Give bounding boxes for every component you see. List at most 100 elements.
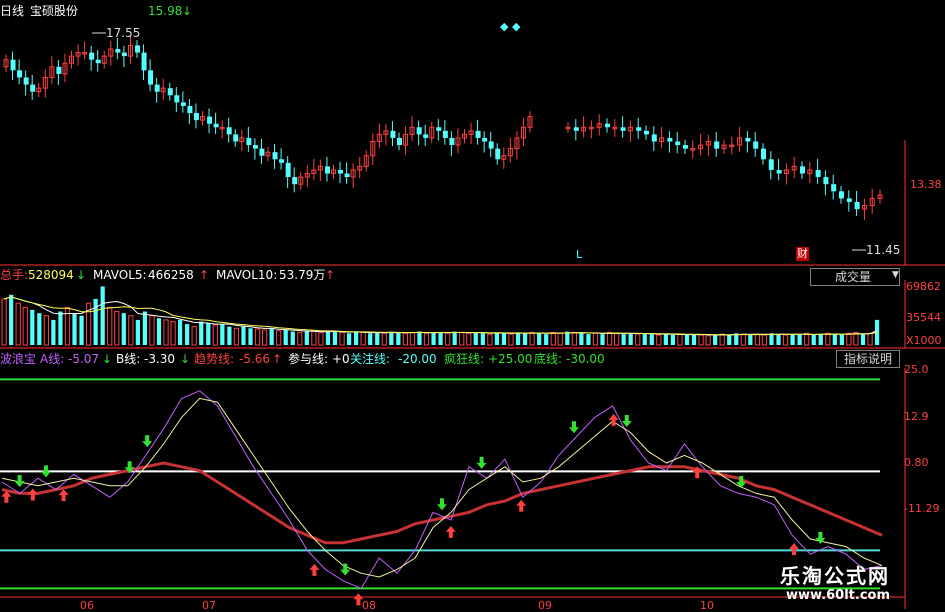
volume-bar-up bbox=[107, 306, 113, 346]
mavol10-line bbox=[3, 296, 878, 336]
candle-down bbox=[89, 52, 95, 60]
a-line-value: -5.07 bbox=[68, 352, 100, 366]
volume-bar-down bbox=[811, 334, 816, 345]
volume-bar-down bbox=[642, 333, 647, 345]
candle-down bbox=[141, 52, 147, 71]
volume-bar-up bbox=[740, 333, 746, 346]
candle-down bbox=[753, 141, 759, 149]
a-line-label: A线: bbox=[40, 352, 65, 366]
chevron-down-icon[interactable]: ▼ bbox=[892, 268, 899, 282]
finance-marker[interactable]: 财 bbox=[796, 247, 809, 261]
indicator-name: 波浪宝 bbox=[0, 352, 37, 366]
volume-bar-up bbox=[804, 332, 810, 346]
candle-down bbox=[226, 127, 232, 135]
buy-arrow-icon bbox=[445, 525, 456, 538]
total-volume-value: 528094 bbox=[28, 268, 74, 282]
volume-bar-up bbox=[1, 298, 7, 346]
volume-bar-down bbox=[51, 319, 56, 345]
candle-down bbox=[573, 127, 579, 131]
volume-bar-down bbox=[283, 329, 288, 345]
volume-bar-down bbox=[389, 331, 394, 345]
up-arrow-icon: ↑ bbox=[325, 268, 336, 282]
volume-bar-down bbox=[452, 331, 457, 345]
sell-arrow-icon bbox=[340, 563, 351, 576]
crazy-line-label: 疯狂线: bbox=[444, 352, 485, 366]
sell-arrow-icon bbox=[476, 456, 487, 469]
volume-bar-down bbox=[142, 311, 148, 345]
candle-down bbox=[154, 84, 160, 92]
volume-bar-down bbox=[494, 332, 500, 345]
volume-bar-down bbox=[431, 332, 436, 345]
candle-down bbox=[338, 169, 344, 174]
candle-down bbox=[187, 105, 193, 114]
volume-bar-down bbox=[790, 334, 795, 345]
down-arrow-icon: ↓ bbox=[102, 352, 113, 366]
buy-arrow-icon bbox=[516, 499, 527, 512]
volume-bar-down bbox=[375, 332, 380, 345]
sell-arrow-icon bbox=[41, 465, 51, 478]
current-price: 15.98 bbox=[148, 4, 183, 18]
volume-bar-down bbox=[473, 332, 478, 345]
chart-canvas[interactable] bbox=[0, 0, 945, 609]
trend-line-label: 趋势线: bbox=[194, 352, 235, 366]
volume-bar-up bbox=[233, 327, 240, 346]
candle-down bbox=[651, 134, 657, 142]
candle-down bbox=[390, 130, 396, 138]
volume-bar-up bbox=[114, 311, 120, 346]
volume-bar-up bbox=[846, 332, 852, 346]
period-label[interactable]: 日线 bbox=[0, 4, 24, 18]
candle-down bbox=[449, 137, 455, 146]
volume-bar-down bbox=[565, 331, 570, 345]
volume-bar-up bbox=[128, 315, 134, 346]
mavol5-line bbox=[3, 296, 878, 336]
volume-bar-up bbox=[15, 302, 21, 346]
x-label: 08 bbox=[362, 599, 376, 612]
high-price-label: 17.55 bbox=[106, 26, 141, 40]
candle-down bbox=[17, 70, 23, 78]
sell-arrow-icon bbox=[621, 415, 632, 428]
mavol5-value: 466258 bbox=[148, 268, 194, 282]
volume-bar-up bbox=[698, 334, 704, 346]
bottom-line-value: -30.00 bbox=[566, 352, 605, 366]
volume-bar-down bbox=[586, 334, 591, 345]
mavol10-label: MAVOL10: bbox=[216, 268, 278, 282]
candle-down bbox=[745, 137, 751, 142]
volume-bar-down bbox=[269, 328, 274, 345]
volume-bar-up bbox=[466, 332, 472, 346]
volume-bar-down bbox=[748, 334, 753, 345]
volume-bar-down bbox=[30, 309, 35, 345]
volume-axis-unit: X1000 bbox=[906, 334, 942, 347]
candle-down bbox=[148, 70, 154, 85]
candle-down bbox=[768, 159, 774, 170]
candle-down bbox=[436, 127, 442, 131]
volume-bar-up bbox=[318, 331, 324, 346]
indicator-help-label: 指标说明 bbox=[843, 352, 892, 366]
volume-bar-up bbox=[64, 306, 71, 346]
volume-bar-up bbox=[613, 332, 620, 346]
candle-down bbox=[207, 116, 213, 124]
x-label: 09 bbox=[538, 599, 552, 612]
volume-bar-down bbox=[93, 298, 98, 345]
mavol5-label: MAVOL5: bbox=[93, 268, 147, 282]
volume-bar-up bbox=[867, 332, 873, 346]
indicator-axis-neg11: -11.29 bbox=[904, 502, 940, 515]
volume-bar-down bbox=[100, 286, 105, 345]
volume-bar-down bbox=[670, 334, 676, 345]
mavol10-value: 53.79万 bbox=[279, 268, 326, 282]
volume-bar-down bbox=[325, 330, 331, 345]
up-arrow-icon: ↑ bbox=[272, 352, 283, 366]
volume-indicator-button[interactable]: 成交量 bbox=[810, 268, 900, 286]
volume-bar-up bbox=[261, 329, 268, 346]
volume-bar-down bbox=[396, 332, 401, 345]
volume-bar-up bbox=[557, 332, 563, 346]
candle-down bbox=[95, 59, 101, 64]
panel-frames bbox=[0, 140, 945, 609]
b-line-value: -3.30 bbox=[144, 352, 176, 366]
volume-bar-up bbox=[445, 332, 451, 346]
indicator-help-button[interactable]: 指标说明 bbox=[836, 350, 900, 368]
price-candles bbox=[3, 32, 883, 251]
watch-line-value: -20.00 bbox=[398, 352, 437, 366]
volume-bar-up bbox=[782, 334, 789, 346]
volume-bar-down bbox=[346, 333, 352, 345]
candle-down bbox=[10, 59, 16, 71]
